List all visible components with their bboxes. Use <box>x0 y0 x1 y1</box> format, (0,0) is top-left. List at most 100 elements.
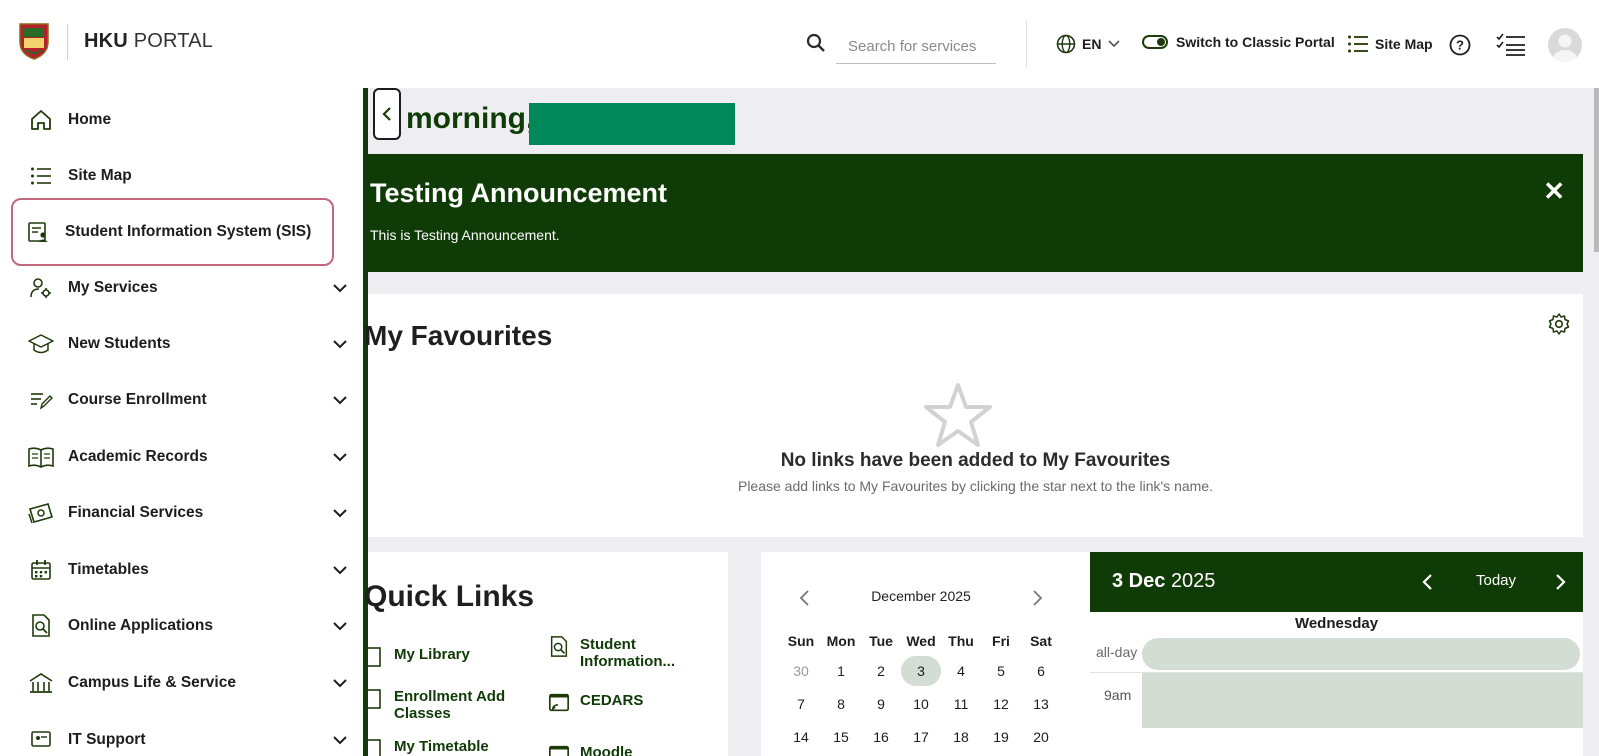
quick-link-label: My Library <box>394 646 470 663</box>
calendar-day[interactable]: 16 <box>861 720 901 753</box>
all-day-slot[interactable] <box>1142 638 1580 670</box>
calendar-day-today[interactable]: 3 <box>901 654 941 687</box>
calendar-day[interactable]: 14 <box>781 720 821 753</box>
calendar-day[interactable]: 6 <box>1021 654 1061 687</box>
chevron-right-icon[interactable] <box>1029 588 1045 608</box>
tasks-checklist-icon[interactable] <box>1496 33 1526 57</box>
all-day-label: all-day <box>1096 644 1138 660</box>
sidebar-item-sis[interactable]: Student Information System (SIS) <box>11 198 334 266</box>
chevron-right-icon[interactable] <box>1552 572 1568 592</box>
announcement-banner: Testing Announcement This is Testing Ann… <box>368 154 1583 272</box>
favourites-title: My Favourites <box>364 320 553 351</box>
calendar-day[interactable]: 12 <box>981 687 1021 720</box>
library-icon <box>365 647 381 667</box>
quick-link-label: Moodle <box>580 744 633 756</box>
chevron-down-icon[interactable] <box>332 392 348 408</box>
favourites-panel: My Favourites No links have been added t… <box>364 294 1583 537</box>
star-icon <box>924 383 992 447</box>
calendar-day[interactable]: 8 <box>821 687 861 720</box>
collapse-sidebar-button[interactable] <box>373 88 401 140</box>
sidebar-item-label: Academic Records <box>68 448 208 465</box>
page-scrollbar[interactable] <box>1594 88 1599 252</box>
chevron-down-icon[interactable] <box>332 449 348 465</box>
sidebar-item-academic-records[interactable]: Academic Records <box>16 433 362 481</box>
search-input[interactable] <box>836 30 996 64</box>
sidebar-item-label: Course Enrollment <box>68 391 207 408</box>
chevron-left-icon[interactable] <box>797 588 813 608</box>
sidebar-item-course-enrollment[interactable]: Course Enrollment <box>16 376 362 424</box>
sidebar-item-online-applications[interactable]: Online Applications <box>16 602 362 650</box>
chevron-left-icon[interactable] <box>1420 572 1436 592</box>
sidebar-item-financial-services[interactable]: Financial Services <box>16 489 362 537</box>
chevron-down-icon[interactable] <box>332 336 348 352</box>
switch-classic-portal[interactable]: Switch to Classic Portal <box>1142 34 1335 50</box>
portal-brand[interactable]: HKU PORTAL <box>84 30 213 53</box>
quick-link-label: CEDARS <box>580 692 644 709</box>
quick-link-label: Enrollment Add Classes <box>394 688 506 722</box>
it-icon <box>28 727 54 753</box>
calendar-day[interactable]: 4 <box>941 654 981 687</box>
sidebar-item-label: Online Applications <box>68 617 213 634</box>
sidebar-item-label: Financial Services <box>68 504 204 521</box>
quick-link-enrollment-add-classes[interactable]: Enrollment Add Classes <box>362 688 505 722</box>
mini-calendar: December 2025 Sun Mon Tue Wed Thu Fri Sa… <box>781 588 1061 753</box>
quick-link-label: Student Information... <box>580 636 675 670</box>
quick-link-moodle[interactable]: Moodle <box>548 744 633 756</box>
language-selector[interactable]: EN <box>1056 34 1121 54</box>
quick-link-student-information[interactable]: Student Information... <box>548 636 675 670</box>
chevron-down-icon[interactable] <box>332 618 348 634</box>
chevron-down-icon[interactable] <box>332 562 348 578</box>
sidebar-item-campus-life[interactable]: Campus Life & Service <box>16 659 362 707</box>
sidebar-item-label: My Services <box>68 279 158 296</box>
chevron-down-icon[interactable] <box>332 732 348 748</box>
sidebar-item-site-map[interactable]: Site Map <box>16 152 362 200</box>
document-search-icon <box>28 613 54 639</box>
sidebar-item-new-students[interactable]: New Students <box>16 320 362 368</box>
quick-link-my-library[interactable]: My Library <box>362 646 470 668</box>
calendar-day[interactable]: 30 <box>781 654 821 687</box>
sidebar-item-timetables[interactable]: Timetables <box>16 546 362 594</box>
calendar-day[interactable]: 5 <box>981 654 1021 687</box>
sidebar-item-my-services[interactable]: My Services <box>16 264 362 312</box>
sidebar-item-label: Home <box>68 111 112 128</box>
calendar-day[interactable]: 2 <box>861 654 901 687</box>
sidebar-item-it-support[interactable]: IT Support <box>16 716 362 756</box>
quick-link-cedars[interactable]: CEDARS <box>548 692 643 714</box>
calendar-day[interactable]: 13 <box>1021 687 1061 720</box>
calendar-day[interactable]: 1 <box>821 654 861 687</box>
header-sitemap-link[interactable]: Site Map <box>1347 34 1433 54</box>
quick-link-my-timetable[interactable]: My Timetable <box>362 738 489 756</box>
graduation-cap-icon <box>28 331 54 357</box>
chevron-down-icon[interactable] <box>332 505 348 521</box>
home-icon <box>28 107 54 133</box>
chevron-down-icon[interactable] <box>332 675 348 691</box>
close-icon[interactable]: ✕ <box>1543 176 1565 207</box>
today-button[interactable]: Today <box>1476 572 1516 589</box>
sidebar-item-label: Timetables <box>68 561 149 578</box>
today-day-number: 3 <box>901 655 941 686</box>
avatar[interactable] <box>1548 28 1582 62</box>
chevron-down-icon <box>1108 40 1121 48</box>
calendar-day[interactable]: 19 <box>981 720 1021 753</box>
calendar-day[interactable]: 18 <box>941 720 981 753</box>
weekday-header: Sun <box>787 633 815 649</box>
money-icon <box>28 500 54 526</box>
chevron-down-icon[interactable] <box>332 280 348 296</box>
time-slot[interactable] <box>1142 673 1583 728</box>
calendar-day[interactable]: 20 <box>1021 720 1061 753</box>
calendar-day[interactable]: 17 <box>901 720 941 753</box>
brand-light: PORTAL <box>133 30 214 52</box>
week-row: 30 1 2 3 4 5 6 <box>781 654 1061 687</box>
sis-icon <box>25 219 51 245</box>
calendar-day[interactable]: 11 <box>941 687 981 720</box>
calendar-day[interactable]: 9 <box>861 687 901 720</box>
help-icon[interactable]: ? <box>1449 34 1471 56</box>
gear-icon[interactable] <box>1547 312 1571 336</box>
hku-crest-logo[interactable] <box>18 22 50 60</box>
calendar-day[interactable]: 10 <box>901 687 941 720</box>
sidebar-item-home[interactable]: Home <box>16 96 362 144</box>
calendar-day[interactable]: 7 <box>781 687 821 720</box>
day-view-header: 3 Dec 2025 Today <box>1090 552 1583 612</box>
calendar-day[interactable]: 15 <box>821 720 861 753</box>
search-icon[interactable] <box>806 33 826 53</box>
